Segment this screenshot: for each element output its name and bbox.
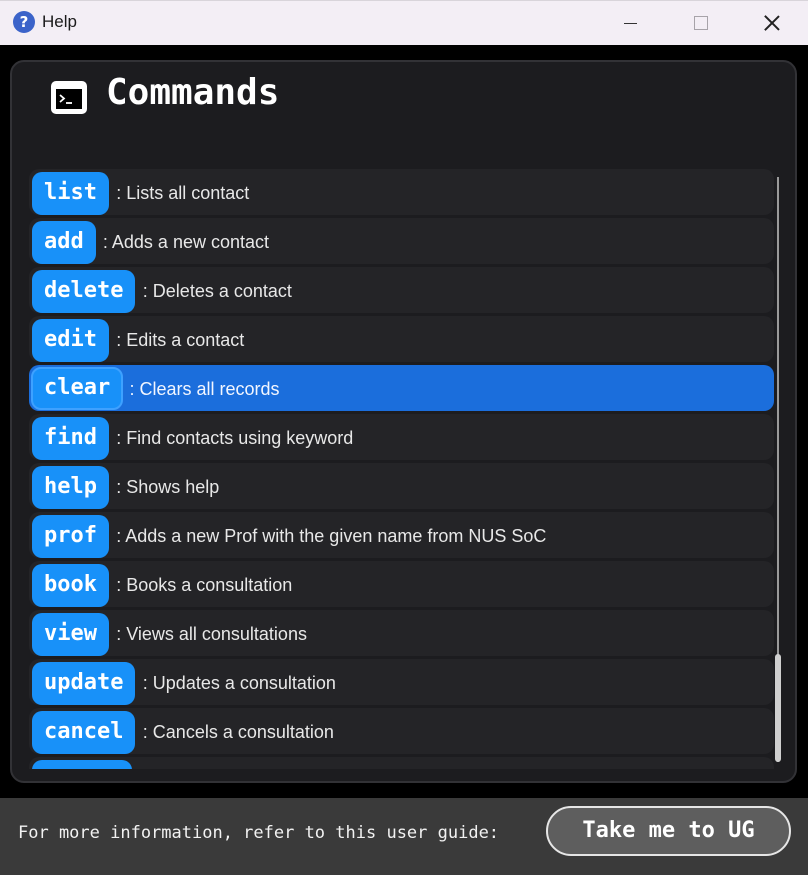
- terminal-icon: [51, 81, 87, 114]
- panel-title: Commands: [106, 72, 280, 113]
- window-title: Help: [42, 12, 77, 31]
- command-name-badge: delete: [32, 270, 136, 313]
- help-question-icon: ?: [13, 11, 35, 33]
- command-name-badge: view: [32, 613, 109, 656]
- command-row-add[interactable]: add : Adds a new contact: [29, 218, 774, 264]
- command-row-list[interactable]: list : Lists all contact: [29, 169, 774, 215]
- command-name-badge: cancel: [32, 711, 136, 754]
- help-window: ? Help Commands list : Lists all contact a…: [0, 0, 808, 875]
- command-description: : Shows help: [116, 477, 220, 497]
- title-bar[interactable]: ? Help: [0, 0, 808, 45]
- command-name-badge: [32, 760, 132, 769]
- scrollbar-thumb[interactable]: [775, 654, 781, 762]
- command-description: : Clears all records: [129, 379, 280, 399]
- command-name-badge: find: [32, 417, 109, 460]
- command-description: : Views all consultations: [116, 624, 307, 644]
- close-button[interactable]: [748, 1, 794, 45]
- take-me-to-ug-button[interactable]: Take me to UG: [546, 806, 791, 856]
- scrollbar[interactable]: [775, 177, 781, 762]
- command-name-badge: clear: [31, 367, 124, 410]
- command-row-update[interactable]: update : Updates a consultation: [29, 659, 774, 705]
- command-list[interactable]: list : Lists all contact add : Adds a new c…: [29, 169, 774, 769]
- command-description: : Deletes a contact: [142, 281, 292, 301]
- command-name-badge: list: [32, 172, 109, 215]
- command-description: : Adds a new Prof with the given name fr…: [116, 526, 547, 546]
- command-description: : Edits a contact: [116, 330, 245, 350]
- command-description: : Find contacts using keyword: [116, 428, 354, 448]
- command-description: : Lists all contact: [116, 183, 250, 203]
- command-name-badge: book: [32, 564, 109, 607]
- minimize-button[interactable]: [608, 1, 654, 45]
- command-row-find[interactable]: find : Find contacts using keyword: [29, 414, 774, 460]
- command-row-prof[interactable]: prof : Adds a new Prof with the given nam…: [29, 512, 774, 558]
- command-row-view[interactable]: view : Views all consultations: [29, 610, 774, 656]
- command-row-delete[interactable]: delete : Deletes a contact: [29, 267, 774, 313]
- command-row-edit[interactable]: edit : Edits a contact: [29, 316, 774, 362]
- command-description: : Adds a new contact: [102, 232, 269, 252]
- command-row-cancel[interactable]: cancel : Cancels a consultation: [29, 708, 774, 754]
- command-name-badge: update: [32, 662, 136, 705]
- command-row-partial[interactable]: [29, 757, 774, 769]
- command-name-badge: help: [32, 466, 109, 509]
- command-row-help[interactable]: help : Shows help: [29, 463, 774, 509]
- command-description: : Updates a consultation: [142, 673, 336, 693]
- footer: For more information, refer to this user…: [0, 798, 808, 875]
- command-name-badge: prof: [32, 515, 109, 558]
- command-row-clear[interactable]: clear: Clears all records: [29, 365, 774, 411]
- footer-text: For more information, refer to this user…: [18, 823, 500, 843]
- command-name-badge: add: [32, 221, 96, 264]
- commands-panel: Commands list : Lists all contact add : Add…: [10, 60, 797, 783]
- command-row-book[interactable]: book : Books a consultation: [29, 561, 774, 607]
- command-description: : Books a consultation: [116, 575, 293, 595]
- maximize-button[interactable]: [678, 1, 724, 45]
- command-name-badge: edit: [32, 319, 109, 362]
- command-description: : Cancels a consultation: [142, 722, 334, 742]
